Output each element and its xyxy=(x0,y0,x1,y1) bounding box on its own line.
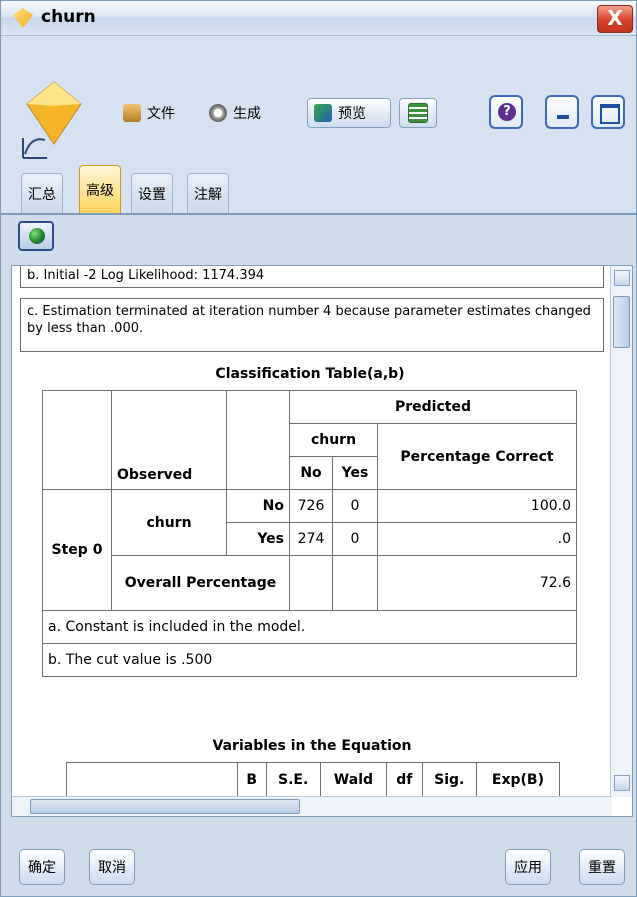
scroll-down-arrow-icon[interactable] xyxy=(614,775,630,791)
help-icon: ? xyxy=(498,103,516,121)
variables-table-title: Variables in the Equation xyxy=(212,738,412,754)
horizontal-scrollbar[interactable] xyxy=(12,796,612,816)
note-cut-value: b. The cut value is .500 xyxy=(42,643,577,677)
close-button[interactable]: X xyxy=(597,5,633,33)
classification-table: Observed Predicted churn Percentage Corr… xyxy=(42,390,577,677)
table-row: Overall Percentage 72.6 xyxy=(43,555,577,611)
minimize-icon xyxy=(557,115,569,119)
overall-percentage-label: Overall Percentage xyxy=(111,555,290,611)
churn-header: churn xyxy=(289,423,378,457)
cell-no-yes: 0 xyxy=(332,489,378,523)
maximize-icon xyxy=(600,104,620,124)
apply-button[interactable]: 应用 xyxy=(505,849,551,885)
diamond-icon xyxy=(13,8,33,28)
preview-button[interactable]: 预览 xyxy=(307,98,391,128)
minimize-button[interactable] xyxy=(545,95,579,129)
toolbar: 文件 生成 预览 ? xyxy=(1,36,636,161)
tab-summary-label: 汇总 xyxy=(28,186,56,203)
col-wald: Wald xyxy=(319,762,387,798)
file-menu-label: 文件 xyxy=(147,106,175,122)
cell-yes-yes: 0 xyxy=(332,522,378,556)
help-button[interactable]: ? xyxy=(489,95,523,129)
step-label: Step 0 xyxy=(42,489,112,611)
table-row: Observed Predicted xyxy=(42,390,577,490)
table-output-button[interactable] xyxy=(399,98,437,128)
row-yes-label: Yes xyxy=(226,522,290,556)
col-se: S.E. xyxy=(265,762,321,798)
window-title: churn xyxy=(41,7,96,27)
note-c-text: c. Estimation terminated at iteration nu… xyxy=(27,304,591,336)
overall-pct-value: 72.6 xyxy=(377,555,577,611)
generate-icon xyxy=(209,104,227,122)
predicted-header: Predicted xyxy=(289,390,577,424)
variables-table: B S.E. Wald df Sig. Exp(B) xyxy=(66,762,561,798)
classification-table-title: Classification Table(a,b) xyxy=(215,366,405,382)
yes-header: Yes xyxy=(332,456,378,490)
row-no-label: No xyxy=(226,489,290,523)
note-b-text: b. Initial -2 Log Likelihood: 1174.394 xyxy=(27,268,265,283)
file-menu-button[interactable]: 文件 xyxy=(117,98,181,128)
col-b: B xyxy=(237,762,267,798)
vertical-scroll-thumb[interactable] xyxy=(613,296,630,348)
tab-advanced-label: 高级 xyxy=(86,182,114,199)
preview-icon xyxy=(314,104,332,122)
generate-menu-label: 生成 xyxy=(233,106,261,122)
table-row: Step 0 churn No 726 0 100.0 xyxy=(42,489,577,611)
tab-settings[interactable]: 设置 xyxy=(131,173,173,213)
churn-row-label: churn xyxy=(111,489,227,556)
generate-model-button[interactable] xyxy=(18,221,54,251)
table-row: a. Constant is included in the model. xyxy=(42,610,577,644)
table-row: b. The cut value is .500 xyxy=(42,643,577,677)
note-estimation: c. Estimation terminated at iteration nu… xyxy=(20,298,604,352)
generate-menu-button[interactable]: 生成 xyxy=(203,98,267,128)
cell-no-no: 726 xyxy=(289,489,333,523)
pct-correct-header: Percentage Correct xyxy=(377,423,577,490)
dialog-window: churn X 文件 生成 预览 ? 汇总 高级 设置 注解 b. Initia… xyxy=(0,0,637,897)
globe-icon xyxy=(29,228,45,244)
note-initial-likelihood: b. Initial -2 Log Likelihood: 1174.394 xyxy=(20,266,604,288)
tab-settings-label: 设置 xyxy=(138,186,166,203)
reset-button[interactable]: 重置 xyxy=(579,849,625,885)
vertical-scrollbar[interactable] xyxy=(610,266,632,797)
col-expb: Exp(B) xyxy=(475,762,561,798)
note-constant: a. Constant is included in the model. xyxy=(42,610,577,644)
title-bar: churn X xyxy=(1,1,636,36)
scroll-up-arrow-icon[interactable] xyxy=(614,270,630,286)
tab-advanced[interactable]: 高级 xyxy=(79,165,121,213)
model-node-icon xyxy=(22,81,82,159)
tab-summary[interactable]: 汇总 xyxy=(21,173,63,213)
tab-annotations[interactable]: 注解 xyxy=(187,173,229,213)
output-viewer[interactable]: b. Initial -2 Log Likelihood: 1174.394 c… xyxy=(11,265,633,817)
col-df: df xyxy=(385,762,423,798)
cell-no-pct: 100.0 xyxy=(377,489,577,523)
cancel-button[interactable]: 取消 xyxy=(89,849,135,885)
cell-yes-no: 274 xyxy=(289,522,333,556)
tab-strip: 汇总 高级 设置 注解 xyxy=(1,161,636,215)
cell-yes-pct: .0 xyxy=(377,522,577,556)
tab-annotations-label: 注解 xyxy=(194,186,222,203)
no-header: No xyxy=(289,456,333,490)
observed-header: Observed xyxy=(111,390,227,490)
ok-button[interactable]: 确定 xyxy=(19,849,65,885)
horizontal-scroll-thumb[interactable] xyxy=(30,799,300,814)
col-sig: Sig. xyxy=(421,762,477,798)
preview-label: 预览 xyxy=(338,106,366,122)
table-icon xyxy=(408,103,428,123)
maximize-button[interactable] xyxy=(591,95,625,129)
table-row: B S.E. Wald df Sig. Exp(B) xyxy=(66,762,561,798)
folder-icon xyxy=(123,104,141,122)
